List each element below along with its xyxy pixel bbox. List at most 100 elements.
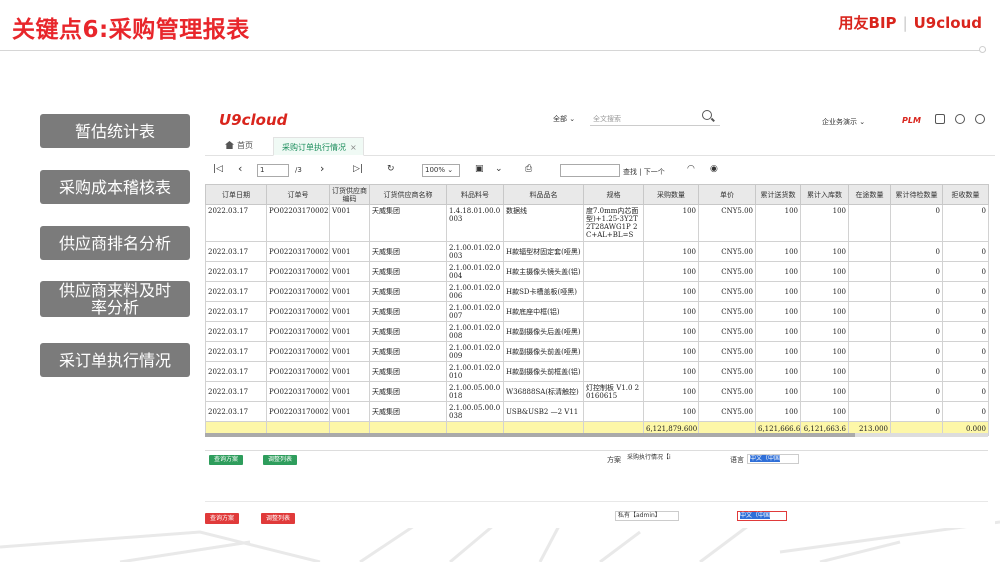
table-row[interactable]: 2022.03.17 PO02203170002 V001 天威集团 2.1.00.05… [205, 381, 989, 402]
app-window: U9cloud 全部 ⌄ 全文搜索 企业务演示 ⌄ PLM 首页 采购订单执行情… [205, 104, 995, 528]
col-price[interactable]: 单价 [698, 184, 756, 205]
cell-delivered: 100 [755, 261, 801, 282]
col-vendor-name[interactable]: 订货供应商名称 [369, 184, 447, 205]
bottom-bar: 查询方案 调整列表 私有【admin】 中文（中国 [205, 508, 995, 528]
zoom-select[interactable]: 100% ⌄ [422, 164, 460, 177]
next-page-icon[interactable]: › [320, 162, 324, 175]
search-icon[interactable] [702, 110, 712, 120]
page-input[interactable]: 1 [257, 164, 289, 177]
table-row[interactable]: 2022.03.17 PO02203170002 V001 天威集团 2.1.00.01… [205, 261, 989, 282]
nav-button-cost-audit[interactable]: 采购成本稽核表 [40, 170, 190, 204]
search-input[interactable]: 全文搜索 [590, 111, 720, 126]
help-icon[interactable] [975, 114, 985, 124]
calendar-icon[interactable] [935, 114, 945, 124]
plm-link[interactable]: PLM [902, 116, 921, 125]
camera-icon[interactable]: ◉ [710, 164, 718, 174]
cell-rejected: 0 [942, 301, 989, 322]
col-item-name[interactable]: 料品品名 [503, 184, 584, 205]
table-row[interactable]: 2022.03.17 PO02203170002 V001 天威集团 2.1.00.05… [205, 401, 989, 422]
cell-item-no: 2.1.00.01.02.0006 [446, 281, 504, 302]
private-scheme-select[interactable]: 私有【admin】 [615, 511, 679, 521]
col-rejected[interactable]: 拒收数量 [942, 184, 989, 205]
scheme-select[interactable]: 采购执行情况【i [625, 454, 690, 464]
col-transit[interactable]: 在途数量 [848, 184, 891, 205]
refresh-icon[interactable]: ↻ [387, 164, 395, 174]
cell-vendor: 天威集团 [369, 281, 447, 302]
language-select[interactable]: 中文（中国 [747, 454, 799, 464]
query-scheme-button[interactable]: 查询方案 [209, 455, 244, 465]
cell-received: 100 [800, 341, 849, 362]
nav-button-po-execution[interactable]: 采订单执行情况 [40, 343, 190, 377]
cell-price: CNY5.00 [698, 301, 756, 322]
col-received[interactable]: 累计入库数 [800, 184, 849, 205]
col-spec[interactable]: 规格 [583, 184, 644, 205]
cell-order: PO02203170002 [266, 361, 330, 382]
nav-button-vendor-ontime[interactable]: 供应商来料及时率分析 [40, 281, 190, 317]
prev-page-icon[interactable]: ‹ [238, 162, 242, 175]
cube-icon[interactable] [955, 114, 965, 124]
cell-qty: 100 [643, 341, 699, 362]
print-icon[interactable]: ⎙ [525, 164, 532, 174]
cell-delivered: 100 [755, 204, 801, 242]
cell-spec [583, 261, 644, 282]
rss-icon[interactable]: ◠ [687, 164, 695, 174]
language-select-bottom[interactable]: 中文（中国 [737, 511, 787, 521]
save-icon[interactable]: ▣ [475, 164, 484, 174]
cell-received: 100 [800, 321, 849, 342]
cell-qty: 100 [643, 204, 699, 242]
tab-po-execution[interactable]: 采购订单执行情况 × [273, 137, 364, 156]
cell-vendor: 天威集团 [369, 241, 447, 262]
cell-qty: 100 [643, 241, 699, 262]
table-row[interactable]: 2022.03.17 PO02203170002 V001 天威集团 2.1.00.01… [205, 361, 989, 382]
col-qty[interactable]: 采购数量 [643, 184, 699, 205]
nav-button-estimate-stats[interactable]: 暂估统计表 [40, 114, 190, 148]
cell-qty: 100 [643, 321, 699, 342]
col-vendor-code[interactable]: 订货供应商编码 [329, 184, 370, 205]
query-scheme-button-bottom[interactable]: 查询方案 [205, 513, 240, 524]
table-row[interactable]: 2022.03.17 PO02203170002 V001 天威集团 2.1.00.01… [205, 321, 989, 342]
adjust-list-button[interactable]: 调整列表 [263, 455, 298, 465]
close-icon[interactable]: × [350, 143, 357, 152]
dropdown-icon[interactable]: ⌄ [495, 164, 503, 174]
last-page-icon[interactable]: ▷| [353, 164, 363, 174]
find-input[interactable] [560, 164, 620, 177]
search-scope-select[interactable]: 全部 ⌄ [553, 114, 575, 124]
cell-item-name: H款主摄像头镜头盖(铝) [503, 261, 584, 282]
cell-item-no: 2.1.00.01.02.0003 [446, 241, 504, 262]
cell-price: CNY5.00 [698, 381, 756, 402]
tab-home[interactable]: 首页 [225, 140, 253, 151]
cell-item-name: 数据线 [503, 204, 584, 242]
cell-received: 100 [800, 401, 849, 422]
org-select[interactable]: 企业务演示 ⌄ [822, 117, 865, 127]
scrollbar-thumb[interactable] [205, 433, 855, 437]
adjust-list-button-bottom[interactable]: 调整列表 [261, 513, 296, 524]
cell-received: 100 [800, 361, 849, 382]
nav-button-vendor-ranking[interactable]: 供应商排名分析 [40, 226, 190, 260]
table-row[interactable]: 2022.03.17 PO02203170002 V001 天威集团 2.1.00.01… [205, 301, 989, 322]
brand-logo: 用友BIP | U9cloud [838, 14, 982, 32]
cell-date: 2022.03.17 [205, 401, 267, 422]
col-order-no[interactable]: 订单号 [266, 184, 330, 205]
cell-rejected: 0 [942, 204, 989, 242]
first-page-icon[interactable]: |◁ [213, 164, 223, 174]
table-row[interactable]: 2022.03.17 PO02203170002 V001 天威集团 2.1.00.01… [205, 341, 989, 362]
cell-delivered: 100 [755, 301, 801, 322]
table-row[interactable]: 2022.03.17 PO02203170002 V001 天威集团 2.1.00.01… [205, 241, 989, 262]
cell-pending: 0 [890, 281, 943, 302]
horizontal-scrollbar[interactable] [205, 433, 988, 437]
col-item-no[interactable]: 料品料号 [446, 184, 504, 205]
cell-date: 2022.03.17 [205, 204, 267, 242]
table-row[interactable]: 2022.03.17 PO02203170002 V001 天威集团 1.4.18.01… [205, 204, 989, 242]
cell-item-name: H款底座中框(铝) [503, 301, 584, 322]
cell-rejected: 0 [942, 261, 989, 282]
col-delivered[interactable]: 累计送货数 [755, 184, 801, 205]
table-row[interactable]: 2022.03.17 PO02203170002 V001 天威集团 2.1.00.01… [205, 281, 989, 302]
cell-vendor: 天威集团 [369, 361, 447, 382]
find-next-link[interactable]: 查找 | 下一个 [623, 167, 665, 177]
brand-u9cloud: U9cloud [913, 14, 982, 32]
cell-date: 2022.03.17 [205, 301, 267, 322]
cell-order: PO02203170002 [266, 401, 330, 422]
col-order-date[interactable]: 订单日期 [205, 184, 267, 205]
cell-pending: 0 [890, 341, 943, 362]
col-pending[interactable]: 累计待检数量 [890, 184, 943, 205]
